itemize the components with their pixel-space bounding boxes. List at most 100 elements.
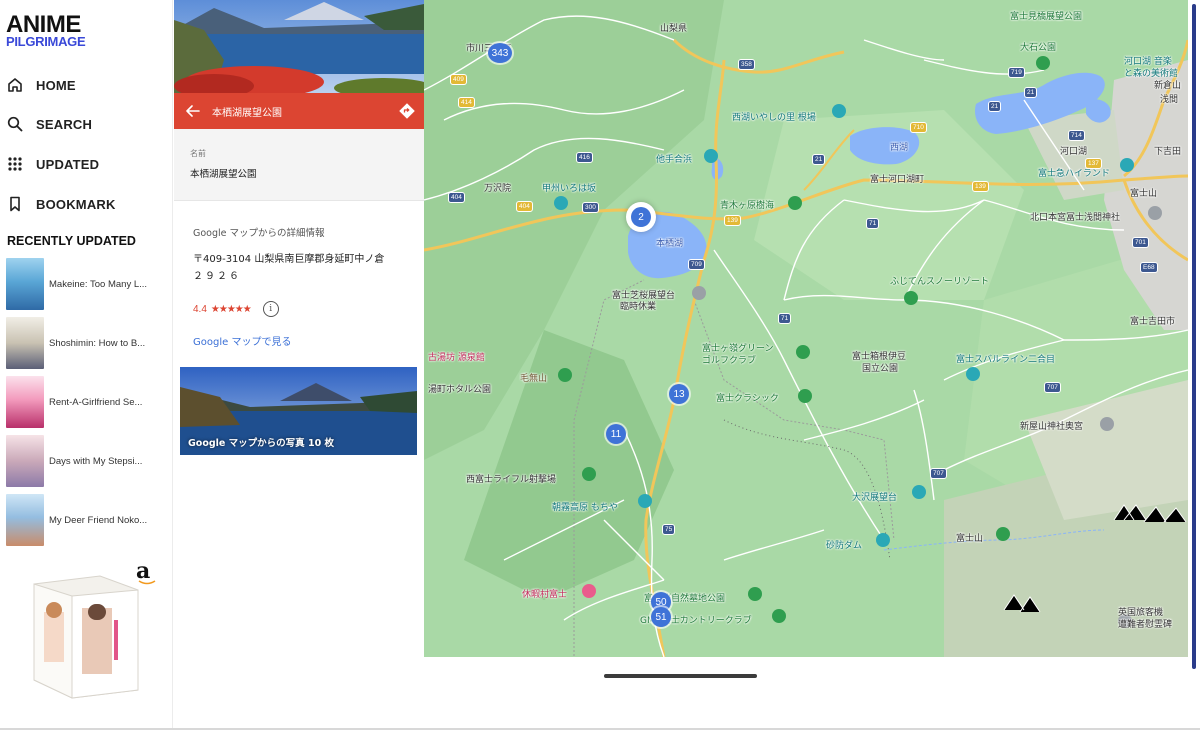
recent-title: My Deer Friend Noko... <box>49 514 148 526</box>
map-label: 河口湖 <box>1060 147 1088 157</box>
logo-line-2: PILGRIMAGE <box>6 34 86 49</box>
recent-item[interactable]: Makeine: Too Many L... <box>6 258 170 310</box>
map-label: 万沢院 <box>484 184 512 194</box>
nav-home[interactable]: HOME <box>6 72 166 98</box>
route-shield: 710 <box>910 122 927 133</box>
map-label: 休暇村富士 <box>522 590 568 600</box>
address-line-2: ２９２６ <box>193 271 241 282</box>
map-label: 富士山 <box>956 534 984 544</box>
route-shield: 21 <box>988 101 1002 112</box>
nav-home-label: HOME <box>36 77 76 93</box>
map-label: 富士河口湖町 <box>870 175 925 185</box>
app-root: ANIME PILGRIMAGE HOME SEARCH UPDATED BOO… <box>0 0 1200 730</box>
poi-icon <box>582 584 596 598</box>
map-label: 西湖いやしの里 根場 <box>732 113 816 123</box>
recent-thumbnail <box>6 494 44 546</box>
map-label: 大沢展望台 <box>852 493 898 503</box>
address-line-1: 〒409-3104 山梨県南巨摩郡身延町中ノ倉 <box>193 254 385 265</box>
map-label: 砂防ダム <box>826 541 863 551</box>
map-label: 西富士ライフル射撃場 <box>466 475 557 485</box>
route-shield: 71 <box>866 218 880 229</box>
recent-item[interactable]: My Deer Friend Noko... <box>6 494 170 546</box>
nav-search[interactable]: SEARCH <box>6 111 166 137</box>
map-label: 西湖 <box>890 143 909 153</box>
map-label: 古湯坊 源泉館 <box>428 353 485 363</box>
map-label: 毛無山 <box>520 374 548 384</box>
poi-icon <box>788 196 802 210</box>
route-shield: 707 <box>1044 382 1061 393</box>
route-shield: 714 <box>1068 130 1085 141</box>
recent-title: Days with My Stepsi... <box>49 455 143 467</box>
map-label: 下吉田 <box>1154 147 1182 157</box>
poi-icon <box>876 533 890 547</box>
recently-updated-heading: RECENTLY UPDATED <box>7 234 136 248</box>
location-marker[interactable]: 13 <box>669 384 689 404</box>
map-label: 臨時休業 <box>620 302 657 312</box>
route-shield: 409 <box>450 74 467 85</box>
recent-item[interactable]: Rent-A-Girlfriend Se... <box>6 376 170 428</box>
map-label: 新倉山 <box>1154 81 1182 91</box>
directions-icon[interactable] <box>390 93 424 129</box>
map-label: 湯町ホタル公園 <box>428 385 492 395</box>
view-in-google-maps-link[interactable]: Google マップで見る <box>193 333 291 348</box>
route-shield: 701 <box>1132 237 1149 248</box>
route-shield: 71 <box>778 313 792 324</box>
rating: 4.4 ★★★★★ i <box>193 301 279 317</box>
nav-updated[interactable]: UPDATED <box>6 151 166 177</box>
google-photos[interactable]: Google マップからの写真 10 枚 <box>180 367 417 455</box>
map-label: 大石公園 <box>1020 43 1057 53</box>
name-label: 名前 <box>190 149 206 158</box>
poi-icon <box>912 485 926 499</box>
site-logo[interactable]: ANIME PILGRIMAGE <box>6 13 98 50</box>
bottom-sheet-handle[interactable] <box>604 674 757 678</box>
recent-thumbnail <box>6 317 44 369</box>
photos-caption: Google マップからの写真 10 枚 <box>188 438 334 449</box>
map-label: ふじてんスノーリゾート <box>890 277 990 287</box>
map-label: 甲州いろは坂 <box>542 184 597 194</box>
route-shield: 75 <box>662 524 676 535</box>
place-info-panel: 本栖湖展望公園 名前 本栖湖展望公園 Google マップからの詳細情報 〒40… <box>174 0 424 657</box>
location-marker[interactable]: 51 <box>651 607 671 627</box>
route-shield: 358 <box>738 59 755 70</box>
amazon-ad[interactable]: a <box>28 558 162 700</box>
map-label: 新屋山神社奥宮 <box>1020 422 1084 432</box>
bottom-sheet <box>174 657 1188 730</box>
recent-title: Shoshimin: How to B... <box>49 337 146 349</box>
map-view[interactable]: 358 409 414 416 404 404 300 139 710 719 … <box>424 0 1188 657</box>
recent-title: Rent-A-Girlfriend Se... <box>49 396 143 408</box>
back-arrow-icon[interactable] <box>174 93 212 129</box>
map-label: 北口本宮冨士浅間神社 <box>1030 213 1121 223</box>
rating-value: 4.4 <box>193 303 207 315</box>
selected-location-marker[interactable]: 2 <box>631 207 651 227</box>
route-shield: 404 <box>448 192 465 203</box>
map-label: 富士山 <box>1130 189 1158 199</box>
location-marker[interactable]: 11 <box>606 424 626 444</box>
grid-icon <box>6 155 24 173</box>
map-label: 浅間 <box>1160 95 1179 105</box>
golf-icon <box>772 609 786 623</box>
poi-icon <box>1120 158 1134 172</box>
route-shield: 404 <box>516 201 533 212</box>
info-icon[interactable]: i <box>262 301 279 317</box>
map-label: 富士吉田市 <box>1130 317 1176 327</box>
recent-thumbnail <box>6 435 44 487</box>
address: 〒409-3104 山梨県南巨摩郡身延町中ノ倉 ２９２６ <box>193 251 418 285</box>
route-shield: 414 <box>458 97 475 108</box>
poi-icon <box>832 104 846 118</box>
location-marker[interactable]: 343 <box>488 43 512 63</box>
nav-bookmark-label: BOOKMARK <box>36 196 116 212</box>
route-shield: E68 <box>1140 262 1158 273</box>
panel-title: 本栖湖展望公園 <box>212 107 282 119</box>
recent-item[interactable]: Days with My Stepsi... <box>6 435 170 487</box>
route-shield: 416 <box>576 152 593 163</box>
scrollbar[interactable] <box>1192 4 1196 669</box>
route-shield: 139 <box>724 215 741 226</box>
map-label: 富士スバルライン二合目 <box>956 355 1056 365</box>
recent-item[interactable]: Shoshimin: How to B... <box>6 317 170 369</box>
nav-bookmark[interactable]: BOOKMARK <box>6 191 166 217</box>
poi-icon <box>748 587 762 601</box>
poi-icon <box>1100 417 1114 431</box>
map-label: 青木ヶ原樹海 <box>720 201 775 211</box>
map-canvas <box>424 0 1188 657</box>
map-label: ゴルフクラブ <box>702 356 757 366</box>
